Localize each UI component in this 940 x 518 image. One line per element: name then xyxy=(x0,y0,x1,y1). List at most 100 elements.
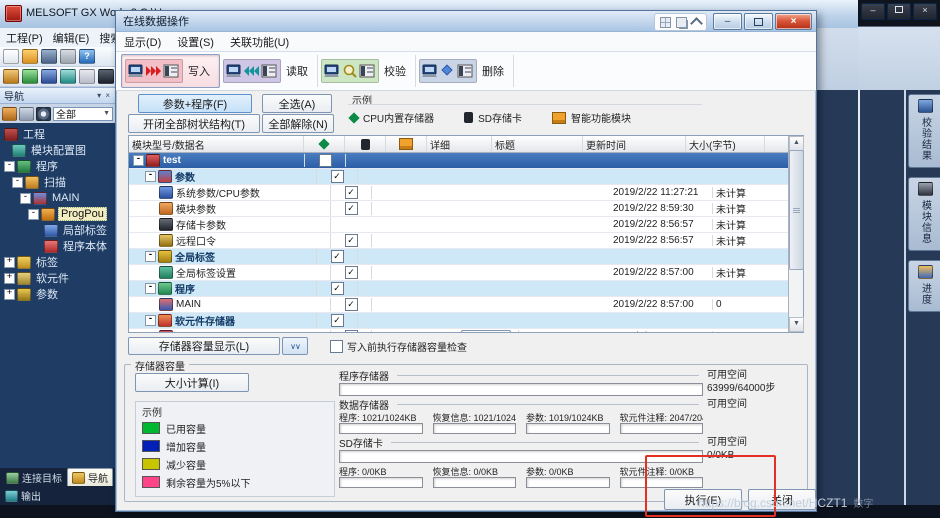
table-row[interactable]: MAIN✓详细2019/2/22 8:57:00- xyxy=(129,329,788,332)
cpu-checkbox-cell[interactable]: ✓ xyxy=(331,202,372,215)
close-icon[interactable]: × xyxy=(913,3,937,20)
sidebar-item-软元件[interactable]: +软元件 xyxy=(0,270,115,286)
mode-tab-write[interactable]: 写入 xyxy=(121,54,220,88)
table-row[interactable]: MAIN✓2019/2/22 8:57:000 xyxy=(129,297,788,313)
collapse-up-icon[interactable] xyxy=(690,17,703,30)
open-close-tree-button[interactable]: 开闭全部树状结构(T) xyxy=(128,114,260,133)
main-menu-item[interactable]: 工程(P) xyxy=(6,30,43,47)
save-icon[interactable] xyxy=(41,49,57,64)
row-checkbox[interactable]: ✓ xyxy=(345,298,358,311)
dialog-menu-item[interactable]: 显示(D) xyxy=(124,34,161,51)
precheck-option[interactable]: 写入前执行存储器容量检查 xyxy=(330,339,467,354)
memory-capacity-display-button[interactable]: 存储器容量显示(L) xyxy=(128,337,280,355)
dock-pin-icon[interactable]: ▾ × xyxy=(97,91,111,100)
row-checkbox[interactable] xyxy=(319,154,332,167)
sidebar-item-程序[interactable]: -程序 xyxy=(0,158,115,174)
tree-expand-icon[interactable]: - xyxy=(145,171,156,182)
gear-icon[interactable] xyxy=(36,107,51,121)
tree-expand-icon[interactable]: + xyxy=(4,289,15,300)
sidebar-item-扫描[interactable]: -扫描 xyxy=(0,174,115,190)
help-icon[interactable]: ? xyxy=(79,49,95,64)
col-header-name[interactable]: 模块型号/数据名 xyxy=(129,136,304,152)
row-checkbox[interactable]: ✓ xyxy=(331,282,344,295)
table-row[interactable]: 存储卡参数2019/2/22 8:56:57未计算 xyxy=(129,217,788,233)
cpu-checkbox-cell[interactable]: ✓ xyxy=(331,266,372,279)
row-checkbox[interactable]: ✓ xyxy=(331,170,344,183)
table-row[interactable]: -全局标签✓ xyxy=(129,249,788,265)
table-row[interactable]: -程序✓ xyxy=(129,281,788,297)
tree-collapse-icon[interactable]: - xyxy=(28,209,39,220)
col-header-size[interactable]: 大小(字节) xyxy=(686,136,765,152)
detail-button[interactable]: 详细 xyxy=(461,330,511,333)
toolbar-icon[interactable] xyxy=(22,69,38,84)
col-header-title[interactable]: 标题 xyxy=(492,136,583,152)
row-checkbox[interactable]: ✓ xyxy=(331,250,344,263)
tree-collapse-icon[interactable]: - xyxy=(12,177,23,188)
row-checkbox[interactable]: ✓ xyxy=(345,202,358,215)
sidebar-item-工程[interactable]: 工程 xyxy=(0,126,115,142)
dialog-menu-item[interactable]: 关联功能(U) xyxy=(230,34,289,51)
row-checkbox[interactable]: ✓ xyxy=(345,186,358,199)
docked-tab-模块信息[interactable]: 模块信息 xyxy=(908,177,940,251)
dialog-menu-item[interactable]: 设置(S) xyxy=(177,34,214,51)
table-row[interactable]: -test xyxy=(129,153,788,169)
layout-grid-icon[interactable] xyxy=(660,17,671,28)
table-row[interactable]: 全局标签设置✓2019/2/22 8:57:00未计算 xyxy=(129,265,788,281)
cpu-checkbox-cell[interactable]: ✓ xyxy=(317,170,358,183)
toolbar-icon[interactable] xyxy=(79,69,95,84)
row-checkbox[interactable]: ✓ xyxy=(345,266,358,279)
row-checkbox[interactable]: ✓ xyxy=(331,314,344,327)
table-row[interactable]: 远程口令✓2019/2/22 8:56:57未计算 xyxy=(129,233,788,249)
deselect-all-button[interactable]: 全部解除(N) xyxy=(262,114,334,133)
bottom-tab-导航[interactable]: 导航 xyxy=(67,468,113,486)
minimize-icon[interactable]: – xyxy=(713,13,742,30)
col-header-intelligent-module[interactable] xyxy=(386,136,427,152)
mode-tab-delete[interactable]: 删除 xyxy=(416,55,514,87)
table-row[interactable]: -软元件存储器✓ xyxy=(129,313,788,329)
restore-icon[interactable] xyxy=(887,3,911,20)
table-row[interactable]: 模块参数✓2019/2/22 8:59:30未计算 xyxy=(129,201,788,217)
col-header-detail[interactable]: 详细 xyxy=(427,136,492,152)
sidebar-item-标签[interactable]: +标签 xyxy=(0,254,115,270)
tree-expand-icon[interactable] xyxy=(19,107,34,121)
tree-expand-icon[interactable]: - xyxy=(145,251,156,262)
scroll-down-icon[interactable]: ▼ xyxy=(789,317,804,332)
sidebar-item-MAIN[interactable]: -MAIN xyxy=(0,190,115,206)
sidebar-item-模块配置图[interactable]: 模块配置图 xyxy=(0,142,115,158)
tree-collapse-icon[interactable]: - xyxy=(20,193,31,204)
toolbar-icon[interactable] xyxy=(60,69,76,84)
maximize-icon[interactable] xyxy=(744,13,773,30)
cpu-checkbox-cell[interactable]: ✓ xyxy=(317,282,358,295)
tree-expand-icon[interactable]: + xyxy=(4,273,15,284)
float-window-icon[interactable] xyxy=(676,17,687,28)
sidebar-item-程序本体[interactable]: 程序本体 xyxy=(0,238,115,254)
output-tab[interactable]: 输出 xyxy=(0,486,115,505)
scroll-up-icon[interactable]: ▲ xyxy=(789,136,804,151)
row-checkbox[interactable]: ✓ xyxy=(345,234,358,247)
binoculars-icon[interactable] xyxy=(98,69,114,84)
precheck-checkbox[interactable] xyxy=(330,340,343,353)
bottom-tab-连接目标[interactable]: 连接目标 xyxy=(2,469,66,486)
toolbar-icon[interactable] xyxy=(41,69,57,84)
select-all-button[interactable]: 全选(A) xyxy=(262,94,332,113)
col-header-sd-card[interactable] xyxy=(345,136,386,152)
tree-expand-icon[interactable]: - xyxy=(133,155,144,166)
row-checkbox[interactable]: ✓ xyxy=(345,330,358,332)
sidebar-item-局部标签[interactable]: 局部标签 xyxy=(0,222,115,238)
tree-collapse-icon[interactable] xyxy=(2,107,17,121)
docked-tab-校验结果[interactable]: 校验结果 xyxy=(908,94,940,168)
tree-expand-icon[interactable]: - xyxy=(145,283,156,294)
tree-expand-icon[interactable]: - xyxy=(145,315,156,326)
cpu-checkbox-cell[interactable] xyxy=(305,154,346,167)
open-project-icon[interactable] xyxy=(22,49,38,64)
cpu-checkbox-cell[interactable]: ✓ xyxy=(331,234,372,247)
table-scrollbar[interactable]: ▲ ▼ xyxy=(788,136,803,332)
docked-tab-进度[interactable]: 进度 xyxy=(908,260,940,312)
minimize-icon[interactable]: – xyxy=(861,3,885,20)
scroll-thumb[interactable] xyxy=(789,150,804,270)
tree-expand-icon[interactable]: + xyxy=(4,257,15,268)
col-header-updated[interactable]: 更新时间 xyxy=(583,136,686,152)
size-calculation-button[interactable]: 大小计算(I) xyxy=(135,373,249,392)
table-row[interactable]: 系统参数/CPU参数✓2019/2/22 11:27:21未计算 xyxy=(129,185,788,201)
new-project-icon[interactable] xyxy=(3,49,19,64)
